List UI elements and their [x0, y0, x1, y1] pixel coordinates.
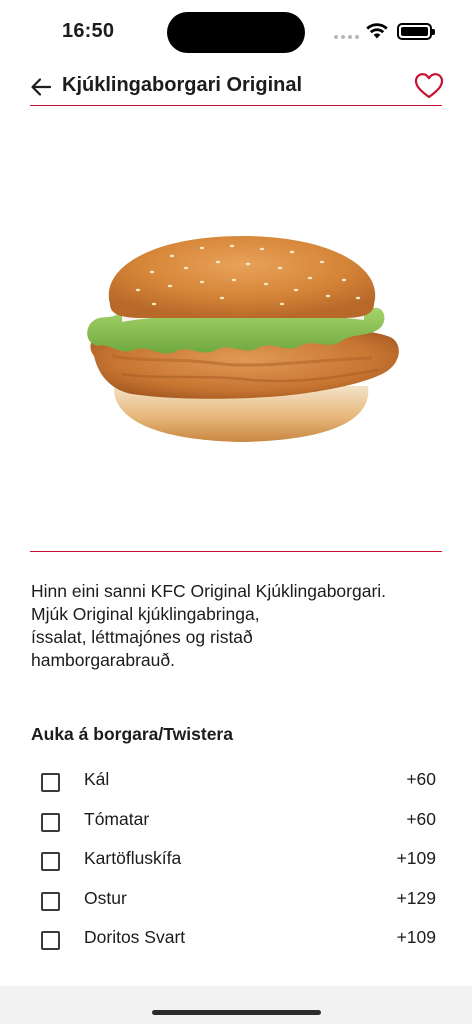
extra-name: Kál — [84, 769, 110, 789]
cellular-signal-icon — [334, 35, 359, 39]
extra-option-tomatar[interactable]: Tómatar +60 — [31, 800, 436, 840]
checkbox[interactable] — [41, 852, 60, 872]
wifi-icon — [366, 23, 388, 39]
product-description: Hinn eini sanni KFC Original Kjúklingabo… — [31, 580, 431, 672]
checkbox[interactable] — [41, 931, 60, 951]
extra-price: +60 — [406, 769, 436, 789]
bottom-bar — [0, 986, 472, 1024]
extras-list: Kál +60 Tómatar +60 Kartöfluskífa +109 O… — [31, 760, 436, 958]
extra-name: Tómatar — [84, 808, 150, 829]
extra-name: Ostur — [84, 887, 127, 908]
status-time: 16:50 — [62, 20, 115, 42]
extras-title: Auka á borgara/Twistera — [31, 724, 233, 744]
extra-option-kartofluskifa[interactable]: Kartöfluskífa +109 — [31, 839, 436, 879]
chicken-burger-image — [87, 236, 399, 442]
dynamic-island — [167, 12, 305, 53]
checkbox[interactable] — [41, 891, 60, 911]
description-line: hamborgarabrauð. — [31, 650, 175, 670]
description-line: íssalat, léttmajónes og ristað — [31, 627, 253, 647]
extra-price: +129 — [396, 887, 436, 908]
arrow-left-icon[interactable] — [30, 76, 52, 98]
description-line: Mjúk Original kjúklingabringa, — [31, 604, 260, 624]
extra-price: +109 — [396, 927, 436, 948]
extra-name: Kartöfluskífa — [84, 848, 182, 869]
extra-name: Doritos Svart — [84, 927, 186, 948]
status-bar: 16:50 — [0, 0, 472, 62]
checkbox[interactable] — [41, 773, 60, 792]
home-indicator[interactable] — [152, 1010, 321, 1015]
extra-option-doritos-svart[interactable]: Doritos Svart +109 — [31, 918, 436, 958]
heart-outline-icon[interactable] — [414, 72, 444, 100]
extra-option-ostur[interactable]: Ostur +129 — [31, 879, 436, 919]
product-image-area — [30, 106, 442, 552]
description-line: Hinn eini sanni KFC Original Kjúklingabo… — [31, 581, 387, 601]
checkbox[interactable] — [41, 812, 60, 832]
battery-icon — [397, 23, 435, 40]
extra-price: +60 — [406, 808, 436, 829]
page-title: Kjúklingaborgari Original — [62, 74, 303, 96]
extra-price: +109 — [396, 848, 436, 869]
page-header: Kjúklingaborgari Original — [30, 62, 444, 106]
extra-option-kal[interactable]: Kál +60 — [31, 760, 436, 800]
